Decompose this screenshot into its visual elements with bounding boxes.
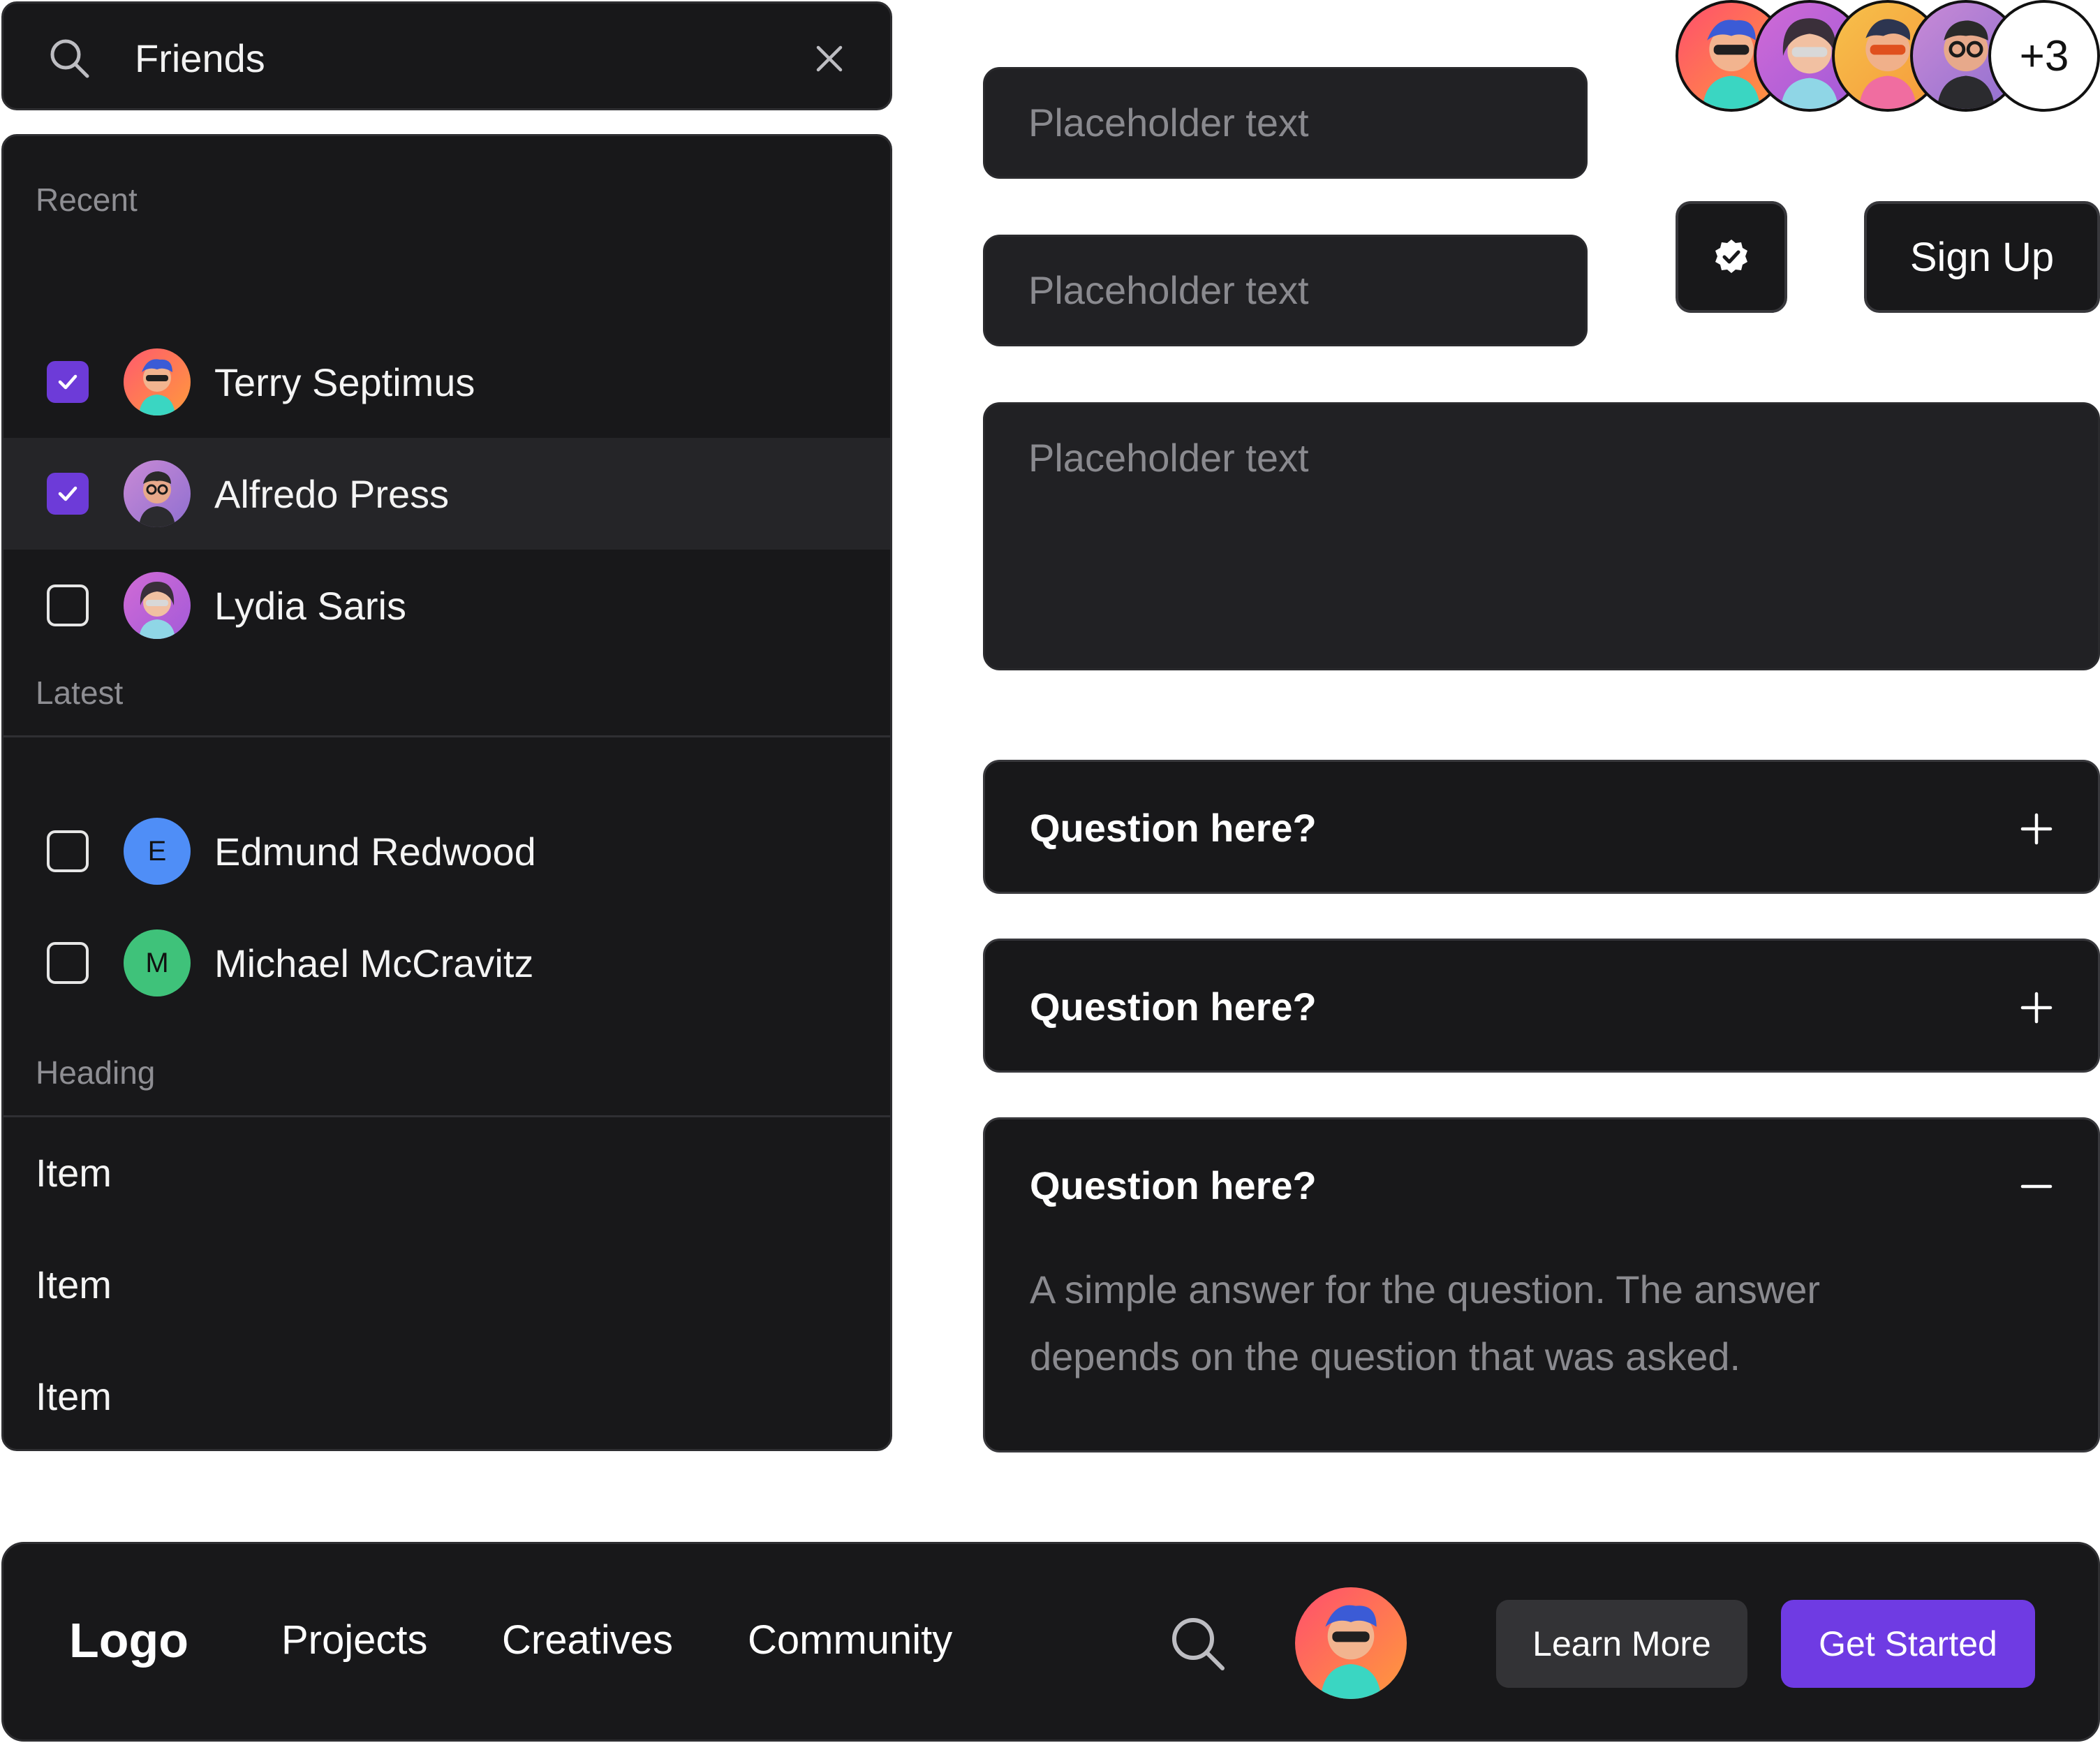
section-label-recent: Recent: [36, 182, 138, 218]
checkbox[interactable]: [47, 942, 89, 984]
checkbox[interactable]: [47, 584, 89, 626]
accordion-question: Question here?: [1030, 985, 1317, 1029]
navbar: Logo Projects Creatives Community Learn …: [1, 1542, 2100, 1742]
search-icon: [50, 39, 89, 78]
avatar: [124, 572, 191, 639]
search-icon[interactable]: [1168, 1614, 1227, 1672]
search-input[interactable]: [135, 29, 763, 87]
check-icon: [58, 486, 77, 501]
plus-icon[interactable]: [2018, 811, 2055, 847]
avatar: M: [124, 929, 191, 996]
logo[interactable]: Logo: [69, 1612, 188, 1668]
text-field[interactable]: [983, 67, 1588, 179]
close-icon[interactable]: [812, 41, 847, 76]
textarea-input[interactable]: [1028, 435, 2048, 645]
list-item[interactable]: Alfredo Press: [3, 438, 890, 550]
sign-up-button[interactable]: Sign Up: [1864, 201, 2100, 313]
plus-icon[interactable]: [2018, 990, 2055, 1026]
accordion-answer: A simple answer for the question. The an…: [1030, 1267, 1821, 1378]
user-avatar[interactable]: [1295, 1587, 1407, 1699]
person-avatar-icon: [1320, 1605, 1382, 1699]
accordion-item-3[interactable]: Question here? A simple answer for the q…: [983, 1117, 2100, 1452]
list-item-name: Lydia Saris: [214, 583, 406, 628]
checkbox[interactable]: [47, 361, 89, 403]
text-input-2[interactable]: [1028, 267, 1559, 313]
friends-list-panel: Recent Terry Septimus Alfredo Press Lydi…: [1, 134, 892, 1451]
checkbox[interactable]: [47, 830, 89, 872]
text-area[interactable]: [983, 402, 2100, 670]
accordion-item-2[interactable]: Question here?: [983, 939, 2100, 1073]
search-bar: [1, 1, 892, 110]
person-avatar-icon: [139, 471, 175, 527]
nav-link-creatives[interactable]: Creatives: [502, 1617, 673, 1663]
menu-item[interactable]: Item: [36, 1374, 112, 1419]
person-avatar-icon: [139, 582, 175, 639]
text-input-1[interactable]: [1028, 100, 1559, 145]
section-label-latest: Latest: [36, 675, 124, 711]
list-item[interactable]: Terry Septimus: [3, 326, 890, 438]
verified-icon-button[interactable]: [1676, 201, 1787, 313]
list-item[interactable]: E Edmund Redwood: [3, 795, 890, 907]
menu-item[interactable]: Item: [36, 1150, 112, 1196]
person-avatar-icon: [139, 359, 175, 415]
learn-more-button[interactable]: Learn More: [1496, 1600, 1747, 1688]
menu-item[interactable]: Item: [36, 1262, 112, 1307]
accordion-item-1[interactable]: Question here?: [983, 760, 2100, 894]
list-item-name: Edmund Redwood: [214, 829, 536, 874]
list-item-name: Michael McCravitz: [214, 941, 534, 985]
minus-icon[interactable]: [2018, 1168, 2055, 1205]
avatar: [124, 348, 191, 415]
nav-link-community[interactable]: Community: [748, 1617, 952, 1663]
nav-link-projects[interactable]: Projects: [281, 1617, 428, 1663]
check-icon: [58, 374, 77, 390]
verified-badge-icon: [1715, 240, 1747, 273]
text-field[interactable]: [983, 235, 1588, 346]
divider: [3, 735, 890, 737]
divider: [3, 1115, 890, 1117]
list-item-name: Terry Septimus: [214, 360, 475, 404]
accordion-question: Question here?: [1030, 806, 1317, 850]
avatar: [124, 460, 191, 527]
more-avatars-count[interactable]: +3: [1988, 0, 2100, 112]
section-label-heading: Heading: [36, 1054, 156, 1091]
list-item[interactable]: M Michael McCravitz: [3, 907, 890, 1019]
get-started-button[interactable]: Get Started: [1781, 1600, 2035, 1688]
checkbox[interactable]: [47, 473, 89, 515]
list-item[interactable]: Lydia Saris: [3, 550, 890, 661]
avatar: E: [124, 818, 191, 885]
list-item-name: Alfredo Press: [214, 471, 450, 516]
accordion-question: Question here?: [1030, 1163, 1317, 1207]
